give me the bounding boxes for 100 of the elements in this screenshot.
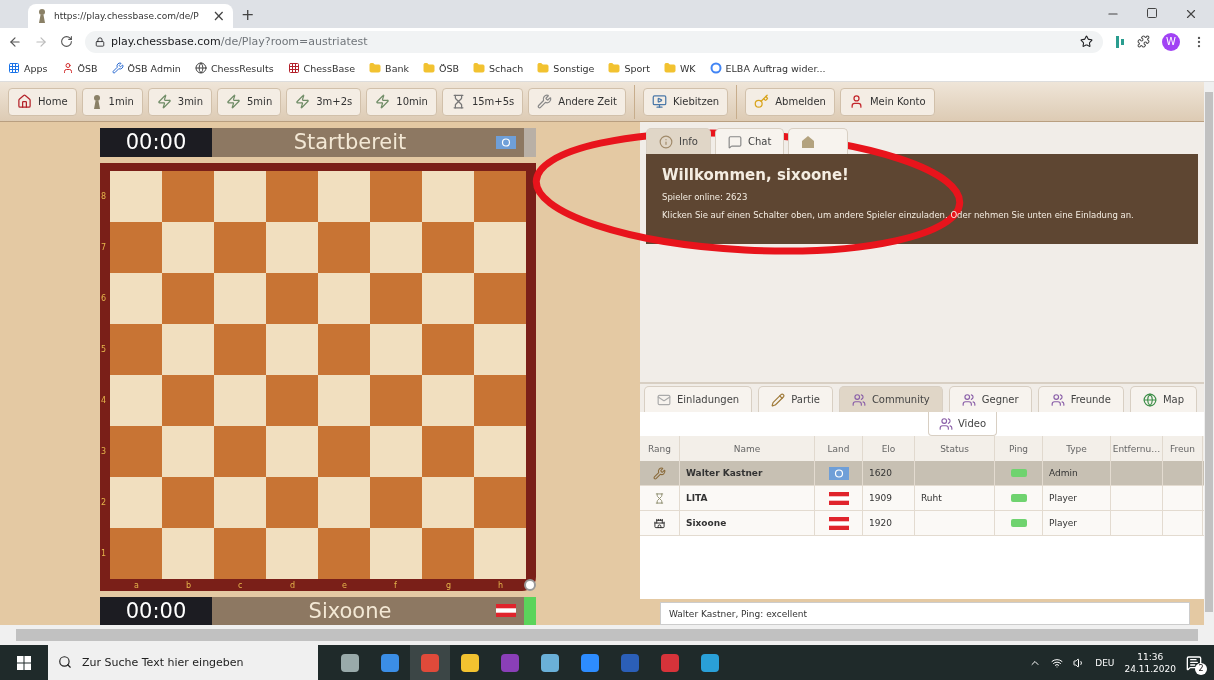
- figure-icon: [61, 62, 74, 74]
- bookmark[interactable]: Sonstige: [537, 62, 595, 74]
- address-field[interactable]: play.chessbase.com/de/Play?room=austriatest: [85, 30, 1103, 53]
- flag-icon: [828, 491, 849, 505]
- toolbar-button[interactable]: 10min: [366, 87, 437, 116]
- file-label: e: [342, 580, 347, 590]
- rank-label: 7: [101, 243, 107, 252]
- info-icon: [659, 134, 673, 149]
- search-icon: [58, 655, 72, 669]
- toolbar-button[interactable]: Kiebitzen: [642, 87, 729, 116]
- search-field[interactable]: Zur Suche Text hier eingeben: [48, 645, 318, 680]
- bookmark[interactable]: ChessResults: [194, 62, 274, 74]
- toolbar-button[interactable]: 5min: [217, 87, 282, 116]
- player-row[interactable]: LITA 1909 Ruht Player: [640, 486, 1204, 511]
- close-icon[interactable]: [1184, 7, 1198, 21]
- notification-icon[interactable]: [1186, 654, 1202, 671]
- panel-tab[interactable]: Chat: [714, 128, 785, 154]
- folder-icon: [423, 62, 435, 74]
- table-cell: Admin: [1043, 461, 1111, 485]
- table-cell: Ruht: [915, 486, 995, 510]
- toolbar-button[interactable]: 3min: [147, 87, 212, 116]
- bookmark[interactable]: Apps: [8, 62, 48, 74]
- bookmark[interactable]: ChessBase: [287, 62, 356, 74]
- toolbar-button[interactable]: Mein Konto: [839, 87, 935, 116]
- file-label: h: [498, 580, 504, 590]
- panel-tab[interactable]: Info: [646, 128, 711, 154]
- puzzle-icon[interactable]: [1137, 35, 1150, 48]
- table-cell: 1920: [863, 511, 915, 535]
- maximize-icon[interactable]: [1146, 7, 1158, 19]
- toolbar-button[interactable]: 15m+5s: [441, 87, 524, 116]
- people-icon: [961, 392, 976, 407]
- rank-label: 6: [101, 294, 107, 303]
- close-tab-button[interactable]: ×: [212, 8, 225, 24]
- online-count: Spieler online: 2623: [662, 192, 749, 202]
- section-tab[interactable]: Freunde: [1037, 386, 1124, 412]
- notification-badge: 2: [1195, 662, 1207, 675]
- scrollbar[interactable]: [0, 625, 1214, 645]
- building-icon: [801, 134, 816, 149]
- bookmark[interactable]: Bank: [369, 62, 409, 74]
- tools-icon: [111, 62, 124, 74]
- ping-indicator: [1010, 494, 1027, 502]
- chess-board[interactable]: 8 7 6 5 4 3 2 1 a b c d e f g h: [100, 162, 536, 591]
- new-tab-button[interactable]: +: [241, 4, 255, 24]
- extension-icon[interactable]: [1115, 34, 1125, 49]
- board-icon: [287, 62, 300, 74]
- bookmark[interactable]: Schach: [473, 62, 524, 74]
- section-tab[interactable]: Partie: [758, 386, 833, 412]
- table-cell: 1620: [863, 461, 915, 485]
- language-indicator[interactable]: DEU: [1095, 657, 1115, 668]
- bookmark[interactable]: WK: [663, 62, 696, 74]
- file-label: a: [134, 580, 139, 590]
- flag-icon: [828, 516, 849, 530]
- people-icon: [939, 416, 953, 431]
- start-icon[interactable]: [17, 655, 31, 670]
- bookmark[interactable]: Sport: [608, 62, 650, 74]
- section-tab[interactable]: Einladungen: [644, 386, 753, 412]
- back-icon[interactable]: [8, 34, 22, 49]
- browser-tab[interactable]: https://play.chessbase.com/de/P ×: [28, 4, 233, 28]
- rook-icon: [654, 517, 665, 529]
- star-icon[interactable]: [1080, 35, 1093, 48]
- apps-icon: [8, 62, 20, 74]
- profile-avatar[interactable]: W: [1162, 32, 1180, 51]
- player-row[interactable]: Walter Kastner 1620 Admin: [640, 461, 1204, 486]
- bookmark[interactable]: ÖSB: [61, 62, 98, 74]
- lock-icon: [95, 36, 105, 47]
- toolbar-button[interactable]: Abmelden: [745, 87, 835, 116]
- network-icon[interactable]: [1051, 656, 1064, 669]
- bookmark[interactable]: ELBA Auftrag wider...: [709, 62, 826, 74]
- section-tab[interactable]: Community: [838, 386, 943, 412]
- player-row[interactable]: Sixoone 1920 Player: [640, 511, 1204, 536]
- board-handle[interactable]: [524, 578, 536, 591]
- bookmark[interactable]: ÖSB Admin: [111, 62, 181, 74]
- toolbar-button[interactable]: 1min: [81, 87, 143, 116]
- scrollbar[interactable]: [1204, 82, 1214, 625]
- globe-icon: [1142, 392, 1157, 407]
- reload-icon[interactable]: [60, 35, 73, 48]
- rank-label: 8: [101, 192, 107, 201]
- tools-icon: [653, 466, 666, 480]
- folder-icon: [369, 62, 382, 74]
- pencil-icon: [771, 392, 786, 407]
- chat-icon: [727, 134, 742, 149]
- clock-time: 11:36: [1137, 651, 1164, 662]
- folder-icon: [608, 62, 621, 74]
- home-icon: [17, 94, 32, 109]
- table-cell: Sixoone: [680, 511, 815, 535]
- toolbar-button[interactable]: Home: [8, 87, 77, 116]
- ping-indicator: [1010, 469, 1027, 477]
- player-name: Sixoone: [212, 596, 488, 625]
- bolt-icon: [226, 94, 241, 109]
- flag-icon: [496, 135, 516, 149]
- section-tab[interactable]: Gegner: [948, 386, 1032, 412]
- toolbar-button[interactable]: Andere Zeit: [528, 87, 626, 116]
- user-icon: [848, 94, 864, 109]
- bookmark[interactable]: ÖSB: [423, 62, 459, 74]
- clock-date: 24.11.2020: [1124, 663, 1176, 674]
- toolbar-button[interactable]: 3m+2s: [286, 87, 362, 116]
- sub-tab[interactable]: Video: [928, 412, 998, 436]
- logo-icon: [709, 62, 722, 74]
- section-tab[interactable]: Map: [1129, 386, 1197, 412]
- key-icon: [754, 94, 770, 109]
